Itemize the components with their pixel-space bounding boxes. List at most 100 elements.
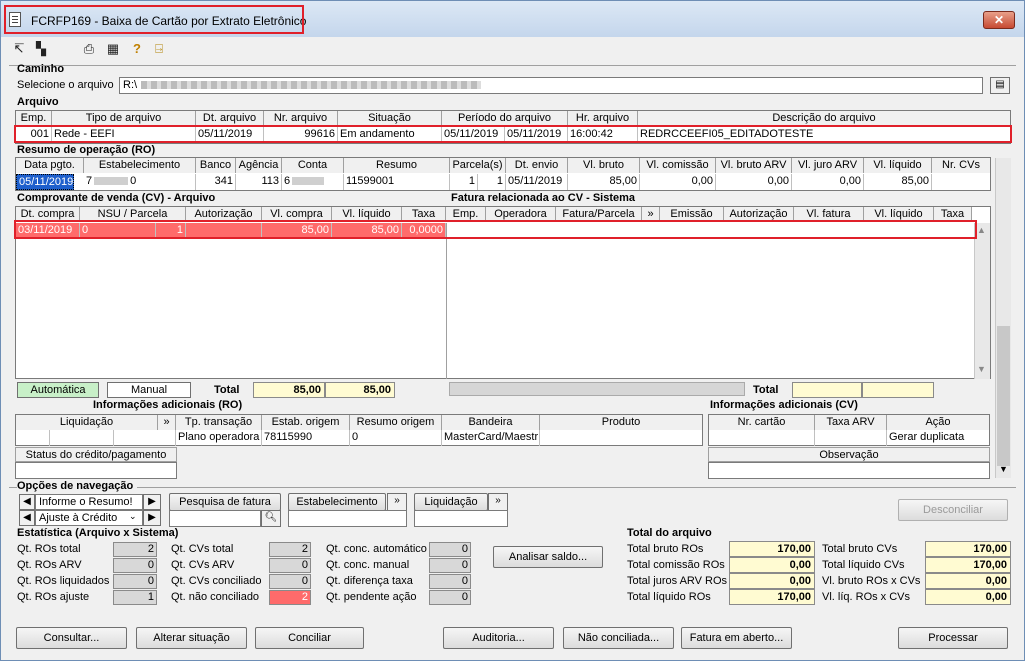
col-header: Descrição do arquivo [638,111,1010,126]
calculator-icon[interactable]: ▦ [105,41,121,57]
expand-column-button[interactable]: » [158,415,176,430]
file-path-input[interactable]: R:\ [119,77,983,94]
stats-section-title: Estatística (Arquivo x Sistema) [17,527,179,539]
panel-scrollbar[interactable]: ▼ [995,158,1011,478]
total-value: 170,00 [729,541,815,557]
nav-next-icon[interactable]: ▶ [143,510,161,526]
col-header: Bandeira [442,415,540,430]
select-icon[interactable]: ▚ [33,41,49,57]
analisar-saldo-button[interactable]: Analisar saldo... [493,546,603,568]
scroll-thumb[interactable] [997,326,1010,466]
stat-label: Qt. conc. manual [326,559,410,571]
liquid-more-button[interactable]: » [488,493,508,511]
table-row[interactable]: Plano operadora 78115990 0 MasterCard/Ma… [16,430,702,446]
table-row[interactable]: 05/11/2019 70 341 113 6 11599001 1 1 05/… [16,174,990,190]
consultar-button[interactable]: Consultar... [16,627,127,649]
estabelecimento-button[interactable]: Estabelecimento [288,493,386,511]
cv-total-liquido: 85,00 [325,382,395,398]
conciliar-button[interactable]: Conciliar [255,627,364,649]
scroll-up-icon[interactable]: ▲ [977,225,986,235]
chevron-down-icon[interactable]: ⌄ [129,511,137,522]
horizontal-scrollbar[interactable] [449,382,745,396]
help-icon[interactable]: ? [129,41,145,57]
col-header: Tipo de arquivo [52,111,196,126]
automatica-toggle[interactable]: Automática [17,382,99,398]
stat-label: Qt. CVs total [171,543,234,555]
nav-prev-icon[interactable]: ◀ [19,510,35,526]
stat-value: 0 [269,574,311,589]
redacted-path [141,81,482,90]
cell: Gerar duplicata [889,431,965,443]
observacao-field[interactable] [708,462,990,479]
nav-option-1[interactable]: Informe o Resumo! [35,494,143,510]
liquidacao-field[interactable] [414,510,508,527]
alterar-situacao-button[interactable]: Alterar situação [136,627,247,649]
pesquisa-fatura-button[interactable]: Pesquisa de fatura [169,493,281,511]
col-header: Estabelecimento [84,158,196,173]
col-header: Taxa ARV [815,415,887,430]
cell [50,430,114,446]
redacted-value [94,177,129,186]
search-icon[interactable]: 🔍︎ [261,510,281,527]
cell: 113 [236,174,282,190]
nav-prev-icon[interactable]: ◀ [19,494,35,510]
stat-label: Qt. ROs ARV [17,559,82,571]
nao-conciliada-button[interactable]: Não conciliada... [563,627,674,649]
estab-more-button[interactable]: » [387,493,407,511]
stat-label: Qt. ROs total [17,543,81,555]
cell: 85,00 [568,174,640,190]
total-value: 0,00 [729,557,815,573]
cv-total-compra: 85,00 [253,382,325,398]
file-path-value: R:\ [123,79,138,91]
col-header: Resumo [344,158,450,173]
col-header: Agência [236,158,282,173]
arquivo-section-title: Arquivo [17,96,59,108]
observacao-label: Observação [708,447,990,462]
stat-value: 0 [429,558,471,573]
main-window: FCRFP169 - Baixa de Cartão por Extrato E… [0,0,1025,661]
nav-option-2[interactable]: Ajuste à Crédito [35,510,143,526]
total-value: 170,00 [925,557,1011,573]
row-highlight-box [14,220,977,239]
exit-icon[interactable]: ⍈ [151,41,167,57]
vertical-scrollbar[interactable]: ▲ ▼ [974,223,990,379]
browse-file-icon[interactable]: ▤ [990,77,1010,94]
cell-text: 7 [86,175,93,187]
cell: 0,00 [716,174,792,190]
printer-icon[interactable]: ⎙ [81,41,97,57]
stat-value: 0 [113,574,157,589]
scroll-down-icon[interactable]: ▼ [977,364,986,374]
stat-value: 2 [113,542,157,557]
estabelecimento-field[interactable] [288,510,407,527]
fatura-total-label: Total [753,384,779,396]
cell: 0,00 [792,174,864,190]
nav-section-title: Opções de navegação [17,480,138,492]
totals-section-title: Total do arquivo [627,527,712,539]
total-label: Total comissão ROs [627,559,725,571]
fatura-em-aberto-button[interactable]: Fatura em aberto... [681,627,792,649]
status-credito-label: Status do crédito/pagamento [15,447,177,462]
stat-value: 0 [429,590,471,605]
col-header: Hr. arquivo [568,111,638,126]
liquidacao-button[interactable]: Liquidação [414,493,488,511]
cell: 0,00 [640,174,716,190]
status-credito-field[interactable] [15,462,177,479]
pane-divider [446,223,447,379]
scroll-down-icon[interactable]: ▼ [999,464,1008,474]
manual-toggle[interactable]: Manual [107,382,191,398]
close-button[interactable]: ✕ [983,11,1015,29]
arrow-icon[interactable]: ↸ [11,41,27,57]
nav-next-icon[interactable]: ▶ [143,494,161,510]
title-bar: FCRFP169 - Baixa de Cartão por Extrato E… [1,1,1024,37]
processar-button[interactable]: Processar [898,627,1008,649]
col-header: Nr. cartão [709,415,815,430]
separator [9,487,1016,488]
pesquisa-fatura-field[interactable] [169,510,261,527]
total-value: 0,00 [925,589,1011,605]
auditoria-button[interactable]: Auditoria... [443,627,554,649]
col-header: Emp. [16,111,52,126]
table-row[interactable]: Gerar duplicata [709,430,989,446]
col-header: Banco [196,158,236,173]
cell: 70 [84,174,196,190]
desconciliar-button[interactable]: Desconciliar [898,499,1008,521]
